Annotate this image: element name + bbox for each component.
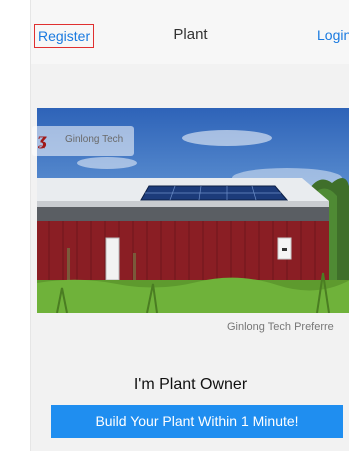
hero-caption: Ginlong Tech Preferre	[227, 321, 334, 333]
page-title: Plant	[173, 26, 208, 43]
brand-name: Ginlong Tech	[65, 134, 124, 145]
build-plant-button[interactable]: Build Your Plant Within 1 Minute!	[51, 405, 343, 438]
app-screen: Register Plant Login ʓ Ginlong Tech Ginl…	[30, 0, 349, 451]
plant-owner-heading: I'm Plant Owner	[133, 376, 248, 393]
login-button[interactable]: Login	[317, 25, 349, 45]
ginlong-logo-icon: ʓ	[37, 130, 47, 149]
navigation-bar: Register Plant Login	[31, 0, 349, 64]
brand-watermark: ʓ Ginlong Tech	[32, 126, 134, 156]
